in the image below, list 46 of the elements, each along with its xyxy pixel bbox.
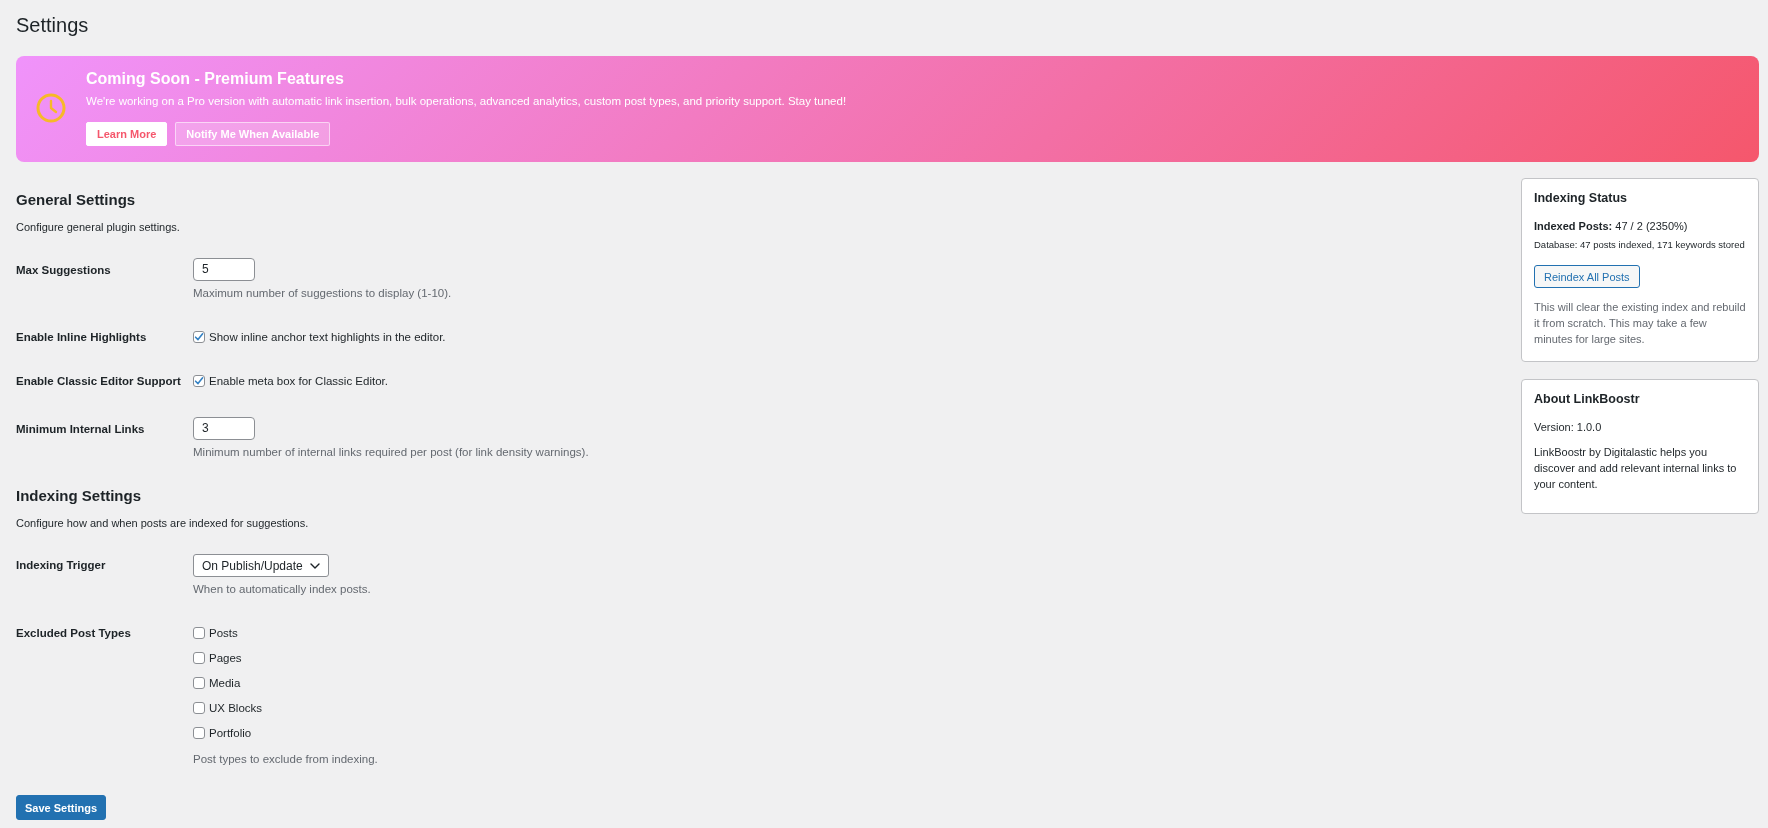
checkbox-label: UX Blocks [209, 701, 263, 716]
reindex-button[interactable]: Reindex All Posts [1534, 265, 1640, 288]
card-stat: Version: 1.0.0 [1534, 420, 1603, 435]
page-title: Settings [16, 13, 89, 38]
card-title: Indexing Status [1534, 190, 1629, 206]
checkbox[interactable] [193, 677, 205, 689]
checkbox[interactable] [193, 375, 205, 387]
section-heading: Indexing Settings [16, 486, 141, 506]
card-title: About LinkBoostr [1534, 391, 1641, 407]
card-detail: Database: 47 posts indexed, 171 keywords stored [1534, 238, 1746, 252]
checkbox[interactable] [193, 331, 205, 343]
section-description: Configure general plugin settings. [16, 220, 180, 235]
number-field[interactable]: 3 [193, 417, 255, 440]
checkbox-label: Portfolio [209, 726, 252, 741]
field-label: Max Suggestions [16, 263, 111, 278]
checkbox[interactable] [193, 727, 205, 739]
checkbox-label: Posts [209, 626, 238, 641]
field-hint: When to automatically index posts. [193, 582, 371, 597]
section-description: Configure how and when posts are indexed for suggestions. [16, 516, 309, 531]
field-label: Minimum Internal Links [16, 422, 145, 437]
checkbox-label: Enable meta box for Classic Editor. [209, 374, 388, 389]
number-field[interactable]: 5 [193, 258, 255, 281]
field-label: Enable Classic Editor Support [16, 374, 181, 389]
checkbox[interactable] [193, 652, 205, 664]
card-stat: Indexed Posts: 47 / 2 (2350%) [1534, 219, 1689, 234]
banner-title: Coming Soon - Premium Features [86, 69, 344, 89]
field-hint: Minimum number of internal links required per post (for link density warnings). [193, 445, 589, 460]
save-settings-button[interactable]: Save Settings [16, 795, 107, 820]
section-heading: General Settings [16, 190, 136, 210]
field-label: Enable Inline Highlights [16, 330, 147, 345]
field-label: Excluded Post Types [16, 626, 131, 641]
field-hint: Maximum number of suggestions to display (1-10). [193, 286, 452, 301]
card-text: LinkBoostr by Digitalastic helps you discover and add relevant internal links to your content. [1534, 445, 1738, 492]
field-hint: Post types to exclude from indexing. [193, 752, 378, 767]
checkbox[interactable] [193, 702, 205, 714]
checkbox[interactable] [193, 627, 205, 639]
clock-icon [36, 92, 66, 123]
checkbox-label: Media [209, 676, 241, 691]
card-note: This will clear the existing index and rebuild it from scratch. This may take a few minutes for large sites. [1534, 300, 1746, 347]
banner-description: We're working on a Pro version with automatic link insertion, bulk operations, advanced analytics, custom post types, and priority support. Stay tuned! [86, 94, 847, 109]
checkbox-label: Pages [209, 651, 242, 666]
chevron-down-icon [309, 562, 320, 569]
checkbox-label: Show inline anchor text highlights in the editor. [209, 330, 446, 345]
field-label: Indexing Trigger [16, 558, 106, 573]
dropdown[interactable]: On Publish/Update [193, 554, 329, 577]
banner-button[interactable]: Learn More [86, 122, 168, 146]
